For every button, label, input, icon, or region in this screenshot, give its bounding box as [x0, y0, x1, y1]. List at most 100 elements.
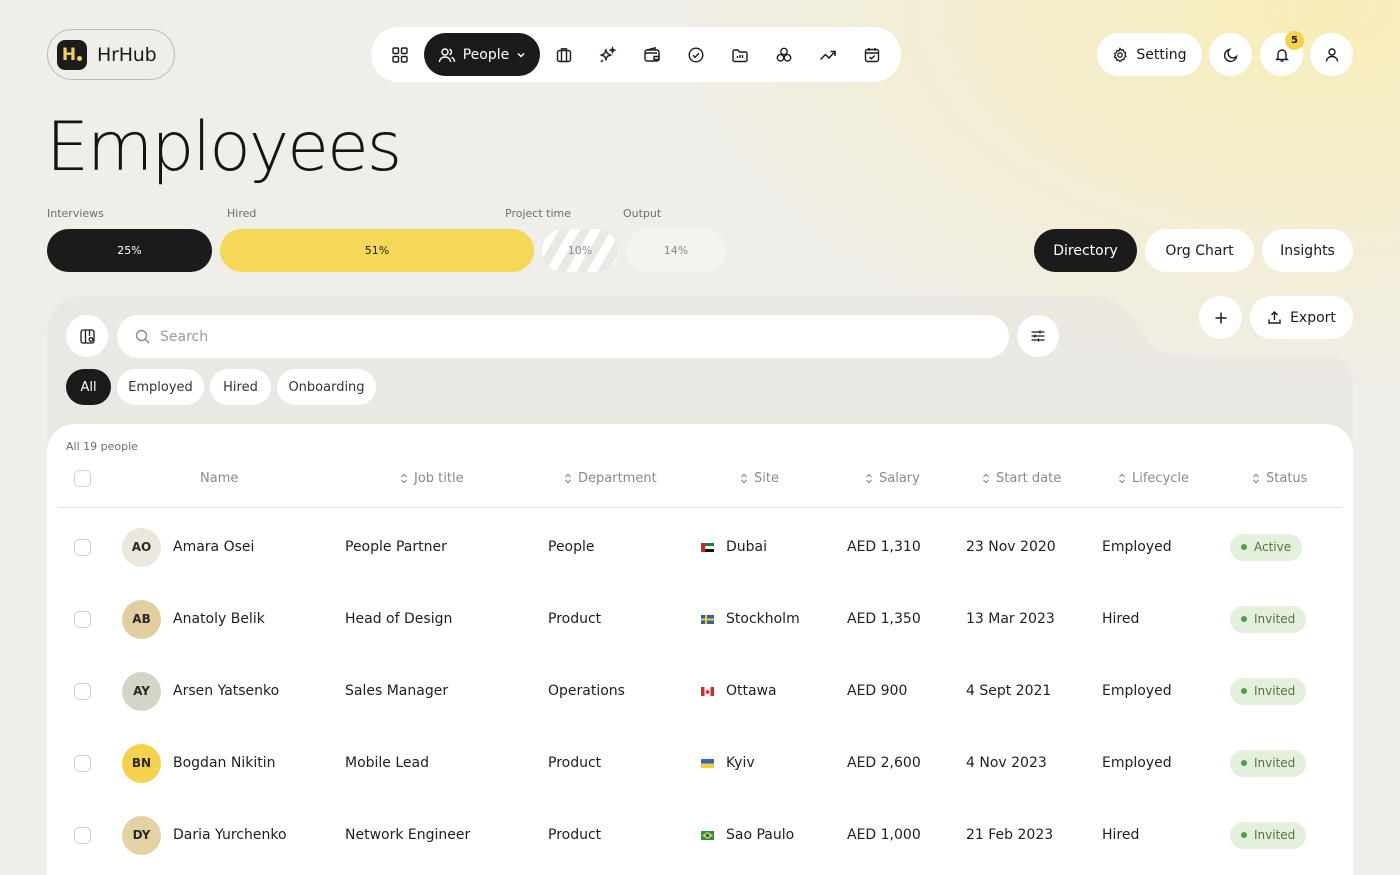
bell-icon — [1274, 48, 1289, 62]
status-label: Invited — [1254, 684, 1296, 698]
nav-people-dropdown[interactable]: People — [424, 33, 540, 76]
status-badge: Invited — [1230, 749, 1307, 777]
site: Kyiv — [701, 727, 755, 799]
page-title: Employees — [46, 108, 402, 187]
nav-sparkles-icon[interactable] — [586, 33, 630, 77]
metric-label-hired: Hired — [227, 207, 257, 220]
nav-calendar-icon[interactable] — [850, 33, 894, 77]
moon-icon — [1223, 47, 1238, 62]
setting-button[interactable]: Setting — [1097, 33, 1202, 76]
columns-icon — [79, 328, 95, 344]
row-checkbox[interactable] — [74, 826, 91, 844]
view-org-chart[interactable]: Org Chart — [1145, 229, 1254, 272]
view-insights[interactable]: Insights — [1262, 229, 1353, 272]
flag-sweden-icon — [701, 614, 714, 624]
column-header-status[interactable]: Status — [1252, 471, 1307, 486]
table-row[interactable]: AO Amara Osei People Partner People Dubai AED… — [47, 511, 1353, 583]
metric-value-project-time: 10% — [567, 244, 593, 257]
employee-name[interactable]: Anatoly Belik — [173, 583, 265, 655]
salary: AED 900 — [847, 683, 908, 699]
salary: AED 1,350 — [847, 611, 921, 627]
select-all-checkbox[interactable] — [74, 470, 91, 487]
department: People — [548, 539, 595, 555]
people-icon — [438, 47, 455, 62]
metric-bar-output: 14% — [626, 229, 726, 272]
lifecycle: Employed — [1102, 539, 1172, 555]
dark-mode-toggle[interactable] — [1209, 33, 1252, 76]
app-logo[interactable]: H HrHub — [47, 29, 175, 80]
department: Operations — [548, 683, 625, 699]
setting-label: Setting — [1136, 46, 1187, 63]
profile-button[interactable] — [1310, 33, 1353, 76]
column-header-salary[interactable]: Salary — [865, 471, 920, 486]
filter-settings-button[interactable] — [1017, 315, 1059, 357]
flag-brazil-icon — [701, 830, 714, 840]
search-bar[interactable] — [117, 315, 1009, 358]
sort-icon — [565, 473, 571, 484]
nav-wallet-icon[interactable] — [630, 33, 674, 77]
export-label: Export — [1290, 309, 1336, 326]
salary: AED 1,000 — [847, 827, 921, 843]
start-date: 13 Mar 2023 — [966, 611, 1055, 627]
row-checkbox[interactable] — [74, 682, 91, 700]
filter-onboarding[interactable]: Onboarding — [277, 369, 376, 405]
search-input[interactable] — [160, 328, 960, 345]
column-header-site[interactable]: Site — [740, 471, 779, 486]
filter-employed[interactable]: Employed — [117, 369, 204, 405]
columns-view-button[interactable] — [66, 315, 108, 357]
nav-check-circle-icon[interactable] — [674, 33, 718, 77]
status-badge: Active — [1230, 533, 1303, 561]
column-header-lifecycle[interactable]: Lifecycle — [1118, 471, 1189, 486]
logo-mark: H — [57, 39, 87, 70]
nav-briefcase-icon[interactable] — [542, 33, 586, 77]
table-row[interactable]: AB Anatoly Belik Head of Design Product Stoc… — [47, 583, 1353, 655]
site: Ottawa — [701, 655, 777, 727]
lifecycle: Employed — [1102, 683, 1172, 699]
sort-icon — [866, 473, 872, 484]
filter-all[interactable]: All — [66, 369, 111, 405]
row-checkbox[interactable] — [74, 754, 91, 772]
sort-icon — [1253, 473, 1259, 484]
column-header-department[interactable]: Department — [564, 471, 657, 486]
employee-name[interactable]: Amara Osei — [173, 511, 254, 583]
row-checkbox[interactable] — [74, 538, 91, 556]
top-nav: People — [371, 27, 901, 82]
nav-folder-icon[interactable] — [718, 33, 762, 77]
column-header-name[interactable]: Name — [200, 471, 238, 486]
avatar: DY — [122, 815, 161, 855]
column-header-job-title[interactable]: Job title — [400, 471, 464, 486]
job-title: Head of Design — [345, 611, 453, 627]
metric-bar-hired: 51% — [220, 229, 534, 272]
site: Sao Paulo — [701, 799, 794, 871]
header-divider — [58, 507, 1342, 508]
table-row[interactable]: DY Daria Yurchenko Network Engineer Product… — [47, 799, 1353, 871]
employee-name[interactable]: Arsen Yatsenko — [173, 655, 279, 727]
add-employee-button[interactable] — [1199, 296, 1242, 339]
status-label: Invited — [1254, 756, 1296, 770]
employee-name[interactable]: Daria Yurchenko — [173, 799, 287, 871]
site: Stockholm — [701, 583, 800, 655]
metric-label-output: Output — [623, 207, 662, 220]
nav-trend-icon[interactable] — [806, 33, 850, 77]
column-header-start-date[interactable]: Start date — [982, 471, 1061, 486]
nav-network-icon[interactable] — [762, 33, 806, 77]
nav-grid-icon[interactable] — [378, 33, 422, 77]
sort-icon — [401, 473, 407, 484]
row-checkbox[interactable] — [74, 610, 91, 628]
department: Product — [548, 827, 602, 843]
gear-icon — [1114, 46, 1128, 62]
employee-name[interactable]: Bogdan Nikitin — [173, 727, 275, 799]
salary: AED 2,600 — [847, 755, 921, 771]
site-name: Ottawa — [726, 683, 777, 699]
table-row[interactable]: AY Arsen Yatsenko Sales Manager Operations O… — [47, 655, 1353, 727]
view-directory[interactable]: Directory — [1034, 229, 1137, 272]
metric-value-hired: 51% — [364, 244, 390, 257]
filter-hired[interactable]: Hired — [210, 369, 271, 405]
nav-active-label: People — [462, 46, 510, 63]
export-button[interactable]: Export — [1250, 296, 1353, 339]
salary: AED 1,310 — [847, 539, 921, 555]
status-label: Invited — [1254, 612, 1296, 626]
site-name: Stockholm — [726, 611, 800, 627]
table-row[interactable]: BN Bogdan Nikitin Mobile Lead Product Kyiv AE… — [47, 727, 1353, 799]
status-badge: Invited — [1230, 677, 1307, 705]
